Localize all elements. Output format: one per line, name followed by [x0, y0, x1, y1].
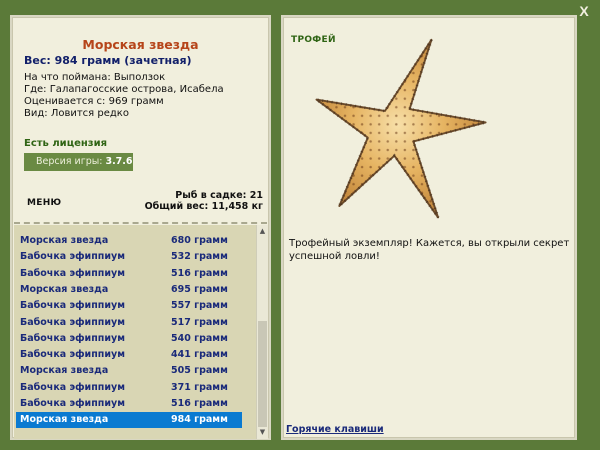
fish-count: Рыб в садке: 21	[175, 190, 263, 201]
scrollbar[interactable]: ▲ ▼	[256, 225, 268, 439]
fish-list-row[interactable]: Бабочка эфиппиум 540 грамм	[16, 331, 242, 347]
fish-row-weight: 984 грамм	[171, 414, 228, 426]
fish-title: Морская звезда	[82, 37, 199, 52]
fish-row-name: Морская звезда	[20, 365, 109, 377]
fish-row-name: Бабочка эфиппиум	[20, 332, 125, 344]
fish-row-weight: 532 грамм	[171, 251, 228, 263]
trophy-panel: ТРОФЕЙ Трофейный экземпляр! Кажется, вы …	[281, 15, 577, 440]
fish-row-weight: 516 грамм	[171, 267, 228, 279]
fish-info-panel: Морская звезда Вес: 984 грамм (зачетная)…	[10, 15, 271, 440]
license-status: Есть лицензия	[24, 138, 108, 149]
rarity-info: Вид: Ловится редко	[24, 108, 129, 119]
fish-list-row[interactable]: Морская звезда 695 грамм	[16, 282, 242, 298]
fish-list-row[interactable]: Бабочка эфиппиум 516 грамм	[16, 396, 242, 412]
fish-row-name: Бабочка эфиппиум	[20, 349, 125, 361]
location-info: Где: Галапагосские острова, Исабела	[24, 84, 224, 95]
total-weight: Общий вес: 11,458 кг	[144, 201, 263, 212]
fish-list-row[interactable]: Бабочка эфиппиум 532 грамм	[16, 249, 242, 265]
fish-row-weight: 557 грамм	[171, 300, 228, 312]
fish-list-row[interactable]: Морская звезда 505 грамм	[16, 363, 242, 379]
fish-row-weight: 517 грамм	[171, 316, 228, 328]
bait-info: На что поймана: Выползок	[24, 72, 166, 83]
fish-row-name: Морская звезда	[20, 235, 109, 246]
fish-row-weight: 680 грамм	[171, 235, 228, 246]
version-label: Версия игры:	[36, 156, 103, 167]
close-button[interactable]: X	[576, 3, 592, 19]
fish-row-name: Бабочка эфиппиум	[20, 300, 125, 312]
fish-list-row[interactable]: Бабочка эфиппиум 557 грамм	[16, 298, 242, 314]
fish-row-name: Бабочка эфиппиум	[20, 381, 125, 393]
fish-row-name: Морская звезда	[20, 414, 109, 426]
fish-list-row[interactable]: Бабочка эфиппиум 371 грамм	[16, 380, 242, 396]
fish-row-name: Морская звезда	[20, 283, 109, 295]
fish-list-row[interactable]: Бабочка эфиппиум 517 грамм	[16, 315, 242, 331]
scroll-up-icon[interactable]: ▲	[257, 226, 268, 237]
hotkeys-link[interactable]: Горячие клавиши	[286, 424, 384, 435]
scroll-down-icon[interactable]: ▼	[257, 427, 268, 438]
starfish-image	[315, 38, 487, 219]
fish-row-weight: 505 грамм	[171, 365, 228, 377]
fish-list-row[interactable]: Бабочка эфиппиум 441 грамм	[16, 347, 242, 363]
version-value: 3.7.6	[105, 156, 133, 167]
version-badge: Версия игры: 3.7.6	[24, 153, 133, 171]
fish-row-weight: 441 грамм	[171, 349, 228, 361]
fish-row-weight: 371 грамм	[171, 381, 228, 393]
fish-list-row[interactable]: Морская звезда 680 грамм	[16, 233, 242, 249]
menu-button[interactable]: МЕНЮ	[27, 198, 61, 208]
fish-weight: Вес: 984 грамм (зачетная)	[24, 54, 192, 67]
fish-row-name: Бабочка эфиппиум	[20, 316, 125, 328]
fish-row-weight: 695 грамм	[171, 283, 228, 295]
fish-row-name: Бабочка эфиппиум	[20, 267, 125, 279]
fish-list-row[interactable]: Морская звезда 984 грамм	[16, 412, 242, 429]
divider	[14, 222, 267, 224]
fish-list: Морская звезда 984 грамм Бабочка эфиппиум 5…	[14, 225, 268, 439]
trophy-message: Трофейный экземпляр! Кажется, вы открыли…	[289, 238, 570, 262]
fish-list-row[interactable]: Бабочка эфиппиум 516 грамм	[16, 266, 242, 282]
fish-row-weight: 516 грамм	[171, 398, 228, 409]
valuation-info: Оценивается с: 969 грамм	[24, 96, 164, 107]
fish-row-weight: 540 грамм	[171, 332, 228, 344]
fish-row-name: Бабочка эфиппиум	[20, 251, 125, 263]
fish-row-name: Бабочка эфиппиум	[20, 398, 125, 409]
scroll-thumb[interactable]	[258, 321, 267, 428]
